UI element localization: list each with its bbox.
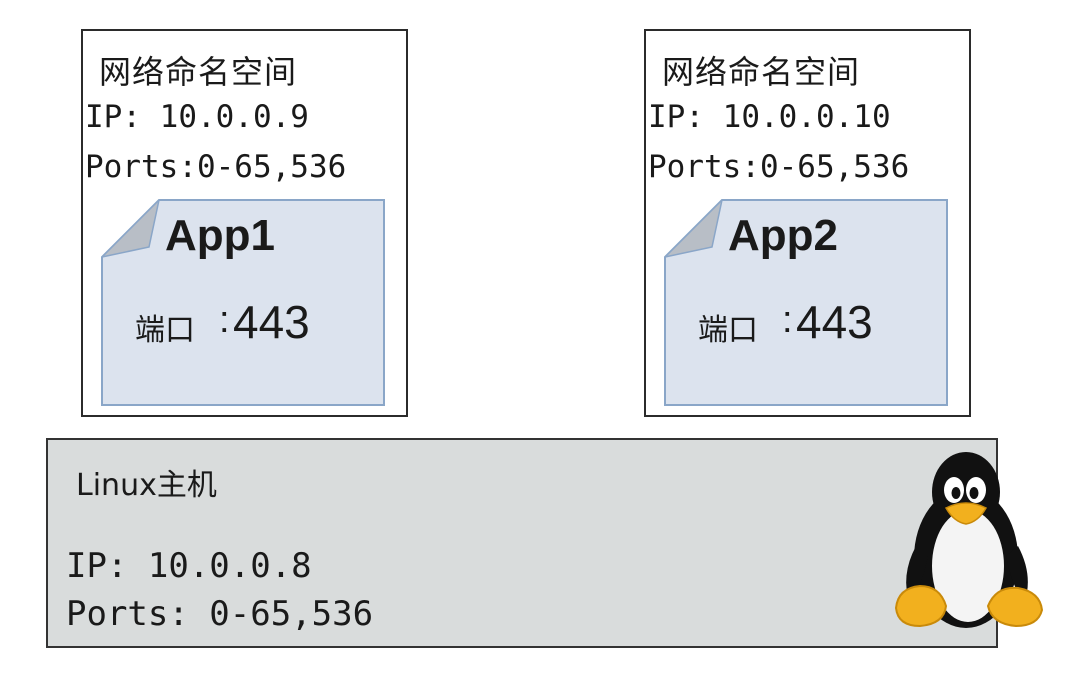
port-label: 端口 bbox=[698, 313, 758, 348]
linux-host-box: Linux主机 IP: 10.0.0.8 Ports: 0-65,536 bbox=[46, 438, 998, 648]
host-ports: Ports: 0-65,536 bbox=[66, 594, 374, 634]
network-namespace-box-2: 网络命名空间 IP: 10.0.0.10 Ports:0-65,536 App2… bbox=[644, 29, 971, 417]
namespace-title: 网络命名空间 bbox=[662, 53, 861, 91]
app-name: App1 bbox=[165, 211, 275, 260]
port-label: 端口 bbox=[135, 313, 195, 348]
namespace-ip: IP: 10.0.0.10 bbox=[648, 99, 891, 135]
port-colon: : bbox=[219, 299, 230, 341]
namespace-title: 网络命名空间 bbox=[99, 53, 298, 91]
port-colon: : bbox=[782, 299, 793, 341]
app-card-2: App2 端口 : 443 bbox=[664, 199, 948, 406]
namespace-ports: Ports:0-65,536 bbox=[648, 149, 910, 185]
host-title: Linux主机 bbox=[76, 468, 217, 503]
namespace-ports: Ports:0-65,536 bbox=[85, 149, 347, 185]
namespace-ip: IP: 10.0.0.9 bbox=[85, 99, 309, 135]
port-value: 443 bbox=[796, 296, 873, 348]
app-card-1: App1 端口 : 443 bbox=[101, 199, 385, 406]
tux-penguin-icon bbox=[894, 452, 1044, 628]
app-name: App2 bbox=[728, 211, 838, 260]
port-value: 443 bbox=[233, 296, 310, 348]
network-namespace-box-1: 网络命名空间 IP: 10.0.0.9 Ports:0-65,536 App1 … bbox=[81, 29, 408, 417]
host-ip: IP: 10.0.0.8 bbox=[66, 546, 312, 586]
